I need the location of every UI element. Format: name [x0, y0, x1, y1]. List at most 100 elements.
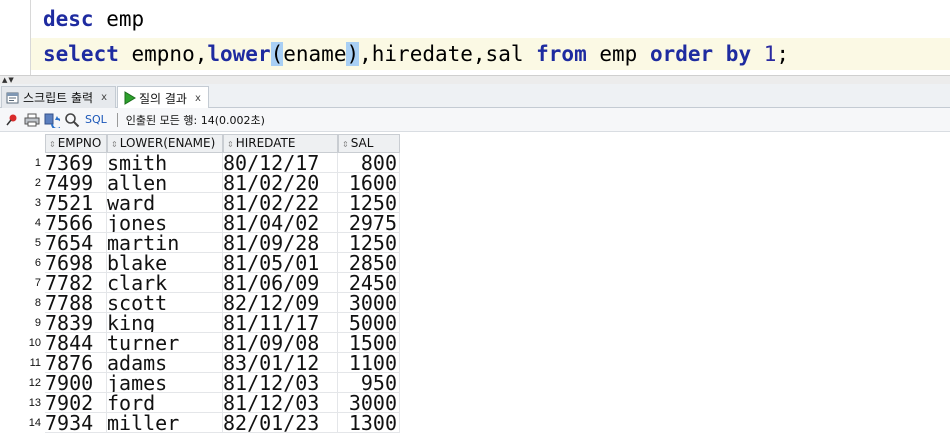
cell-hiredate[interactable]: 81/11/17 [223, 313, 338, 333]
cell-lower-ename[interactable]: martin [107, 233, 223, 253]
cell-sal[interactable]: 800 [338, 153, 400, 173]
cell-empno[interactable]: 7698 [45, 253, 107, 273]
cell-empno[interactable]: 7654 [45, 233, 107, 253]
table-row[interactable]: 7 7782 clark 81/06/09 2450 [0, 273, 400, 293]
cell-hiredate[interactable]: 81/09/08 [223, 333, 338, 353]
cell-hiredate[interactable]: 81/02/20 [223, 173, 338, 193]
cell-sal[interactable]: 3000 [338, 293, 400, 313]
cell-hiredate[interactable]: 81/05/01 [223, 253, 338, 273]
row-number[interactable]: 2 [0, 173, 45, 193]
table-row[interactable]: 13 7902 ford 81/12/03 3000 [0, 393, 400, 413]
cell-sal[interactable]: 1250 [338, 233, 400, 253]
code-line-2[interactable]: select empno,lower(ename),hiredate,sal f… [31, 38, 950, 70]
cell-lower-ename[interactable]: james [107, 373, 223, 393]
table-row[interactable]: 4 7566 jones 81/04/02 2975 [0, 213, 400, 233]
sort-icon[interactable]: ⇕ [227, 140, 234, 149]
cell-hiredate[interactable]: 80/12/17 [223, 153, 338, 173]
cell-hiredate[interactable]: 82/01/23 [223, 413, 338, 433]
table-row[interactable]: 14 7934 miller 82/01/23 1300 [0, 413, 400, 433]
cell-hiredate[interactable]: 83/01/12 [223, 353, 338, 373]
cell-sal[interactable]: 5000 [338, 313, 400, 333]
cell-sal[interactable]: 950 [338, 373, 400, 393]
cell-lower-ename[interactable]: allen [107, 173, 223, 193]
cell-sal[interactable]: 3000 [338, 393, 400, 413]
cell-lower-ename[interactable]: scott [107, 293, 223, 313]
tab-query-result[interactable]: 질의 결과 x [117, 86, 209, 109]
cell-sal[interactable]: 1250 [338, 193, 400, 213]
row-number[interactable]: 13 [0, 393, 45, 413]
cell-empno[interactable]: 7900 [45, 373, 107, 393]
code-line-1[interactable]: desc emp [43, 3, 144, 35]
cell-empno[interactable]: 7521 [45, 193, 107, 213]
cell-hiredate[interactable]: 81/12/03 [223, 393, 338, 413]
column-header-lower-ename[interactable]: ⇕ LOWER(ENAME) [107, 134, 223, 153]
column-header-hiredate[interactable]: ⇕ HIREDATE [223, 134, 338, 153]
cell-hiredate[interactable]: 81/02/22 [223, 193, 338, 213]
cell-hiredate[interactable]: 82/12/09 [223, 293, 338, 313]
table-row[interactable]: 10 7844 turner 81/09/08 1500 [0, 333, 400, 353]
cell-lower-ename[interactable]: turner [107, 333, 223, 353]
cell-sal[interactable]: 2975 [338, 213, 400, 233]
row-number[interactable]: 12 [0, 373, 45, 393]
sort-icon[interactable]: ⇕ [342, 140, 349, 149]
cell-lower-ename[interactable]: clark [107, 273, 223, 293]
row-number[interactable]: 5 [0, 233, 45, 253]
row-number[interactable]: 6 [0, 253, 45, 273]
cell-empno[interactable]: 7788 [45, 293, 107, 313]
row-number[interactable]: 4 [0, 213, 45, 233]
cell-hiredate[interactable]: 81/04/02 [223, 213, 338, 233]
table-row[interactable]: 2 7499 allen 81/02/20 1600 [0, 173, 400, 193]
cell-empno[interactable]: 7566 [45, 213, 107, 233]
cell-empno[interactable]: 7934 [45, 413, 107, 433]
cell-empno[interactable]: 7499 [45, 173, 107, 193]
cell-empno[interactable]: 7839 [45, 313, 107, 333]
cell-empno[interactable]: 7844 [45, 333, 107, 353]
cell-hiredate[interactable]: 81/12/03 [223, 373, 338, 393]
row-number[interactable]: 9 [0, 313, 45, 333]
row-number[interactable]: 7 [0, 273, 45, 293]
table-row[interactable]: 5 7654 martin 81/09/28 1250 [0, 233, 400, 253]
sort-icon[interactable]: ⇕ [49, 140, 56, 149]
cell-lower-ename[interactable]: king [107, 313, 223, 333]
cell-lower-ename[interactable]: blake [107, 253, 223, 273]
row-number[interactable]: 1 [0, 153, 45, 173]
column-header-empno[interactable]: ⇕ EMPNO [45, 134, 107, 153]
row-number[interactable]: 3 [0, 193, 45, 213]
tab-script-output[interactable]: 스크립트 출력 x [1, 86, 116, 108]
row-number[interactable]: 10 [0, 333, 45, 353]
row-number[interactable]: 11 [0, 353, 45, 373]
cell-empno[interactable]: 7876 [45, 353, 107, 373]
sql-button[interactable]: SQL [85, 113, 107, 126]
close-icon[interactable]: x [195, 93, 201, 104]
print-icon[interactable] [23, 111, 41, 129]
cell-lower-ename[interactable]: miller [107, 413, 223, 433]
table-row[interactable]: 12 7900 james 81/12/03 950 [0, 373, 400, 393]
cell-lower-ename[interactable]: smith [107, 153, 223, 173]
table-row[interactable]: 1 7369 smith 80/12/17 800 [0, 153, 400, 173]
cell-empno[interactable]: 7782 [45, 273, 107, 293]
cell-sal[interactable]: 1500 [338, 333, 400, 353]
column-header-sal[interactable]: ⇕ SAL [338, 134, 400, 153]
sql-editor[interactable]: desc emp select empno,lower(ename),hired… [0, 0, 950, 75]
row-number[interactable]: 8 [0, 293, 45, 313]
cell-sal[interactable]: 1300 [338, 413, 400, 433]
table-row[interactable]: 6 7698 blake 81/05/01 2850 [0, 253, 400, 273]
cell-hiredate[interactable]: 81/06/09 [223, 273, 338, 293]
cell-hiredate[interactable]: 81/09/28 [223, 233, 338, 253]
cell-lower-ename[interactable]: jones [107, 213, 223, 233]
cell-sal[interactable]: 2850 [338, 253, 400, 273]
cell-empno[interactable]: 7369 [45, 153, 107, 173]
table-row[interactable]: 9 7839 king 81/11/17 5000 [0, 313, 400, 333]
cell-sal[interactable]: 1600 [338, 173, 400, 193]
cell-sal[interactable]: 2450 [338, 273, 400, 293]
close-icon[interactable]: x [101, 92, 107, 103]
cell-empno[interactable]: 7902 [45, 393, 107, 413]
cell-lower-ename[interactable]: ford [107, 393, 223, 413]
refresh-icon[interactable] [43, 111, 61, 129]
table-row[interactable]: 8 7788 scott 82/12/09 3000 [0, 293, 400, 313]
cell-lower-ename[interactable]: ward [107, 193, 223, 213]
table-row[interactable]: 11 7876 adams 83/01/12 1100 [0, 353, 400, 373]
panel-splitter[interactable]: ▲▼ [0, 75, 950, 84]
row-number[interactable]: 14 [0, 413, 45, 433]
cell-lower-ename[interactable]: adams [107, 353, 223, 373]
